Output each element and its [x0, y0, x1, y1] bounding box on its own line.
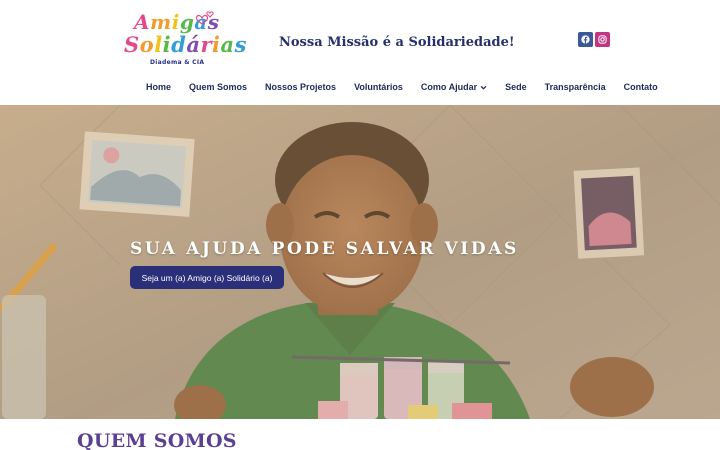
logo-text-line2: Solidárias — [124, 32, 247, 57]
logo-letter: i — [212, 32, 221, 57]
nav-item-label: Nossos Projetos — [265, 82, 337, 92]
nav-item-home[interactable]: Home — [146, 82, 171, 92]
nav-item-label: Transparência — [544, 82, 606, 92]
hero-title: SUA AJUDA PODE SALVAR VIDAS — [130, 239, 519, 259]
site-header: Amigas Solidárias Diadema & CIA Nossa Mi… — [0, 0, 720, 105]
logo-letter: s — [234, 32, 247, 57]
nav-item-como-ajudar[interactable]: Como Ajudar — [421, 82, 487, 92]
logo-letter: o — [139, 32, 155, 57]
nav-item-voluntarios[interactable]: Voluntários — [354, 82, 403, 92]
nav-item-quem-somos[interactable]: Quem Somos — [189, 82, 247, 92]
section-title-quem-somos: QUEM SOMOS — [77, 430, 237, 450]
logo-letter: a — [220, 32, 235, 57]
become-friend-button[interactable]: Seja um (a) Amigo (a) Solidário (a) — [130, 266, 284, 289]
logo-letter: l — [154, 32, 163, 57]
logo-letter: g — [179, 10, 195, 34]
logo-letter: S — [124, 32, 140, 57]
hero-banner: SUA AJUDA PODE SALVAR VIDAS Seja um (a) … — [0, 105, 720, 419]
logo-letter: á — [186, 32, 201, 57]
logo-letter: i — [171, 10, 180, 34]
nav-item-label: Home — [146, 82, 172, 92]
logo-letter: r — [200, 32, 213, 57]
logo-letter: m — [150, 10, 172, 34]
hearts-icon — [195, 11, 214, 25]
mission-tagline: Nossa Missão é a Solidariedade! — [279, 35, 515, 50]
nav-item-sede[interactable]: Sede — [505, 82, 527, 92]
chevron-down-icon — [480, 85, 487, 90]
nav-item-nossos-projetos[interactable]: Nossos Projetos — [265, 82, 336, 92]
logo-letter: i — [162, 32, 172, 57]
nav-item-label: Voluntários — [354, 82, 403, 92]
instagram-icon — [598, 35, 607, 44]
nav-item-label: Sede — [505, 82, 527, 92]
nav-item-label: Quem Somos — [189, 82, 248, 92]
logo-letter: d — [171, 32, 187, 57]
logo-letter: A — [134, 10, 151, 34]
site-logo[interactable]: Amigas Solidárias Diadema & CIA — [118, 8, 246, 70]
nav-item-transparencia[interactable]: Transparência — [545, 82, 606, 92]
nav-item-label: Como Ajudar — [420, 82, 478, 92]
main-nav: Home Quem Somos Nossos Projetos Voluntár… — [146, 80, 658, 94]
nav-item-contato[interactable]: Contato — [624, 82, 658, 92]
logo-subtitle: Diadema & CIA — [150, 59, 205, 66]
facebook-icon — [581, 35, 590, 44]
hero-overlay — [0, 105, 720, 419]
facebook-link[interactable] — [578, 32, 593, 47]
nav-item-label: Contato — [623, 82, 658, 92]
instagram-link[interactable] — [595, 32, 610, 47]
